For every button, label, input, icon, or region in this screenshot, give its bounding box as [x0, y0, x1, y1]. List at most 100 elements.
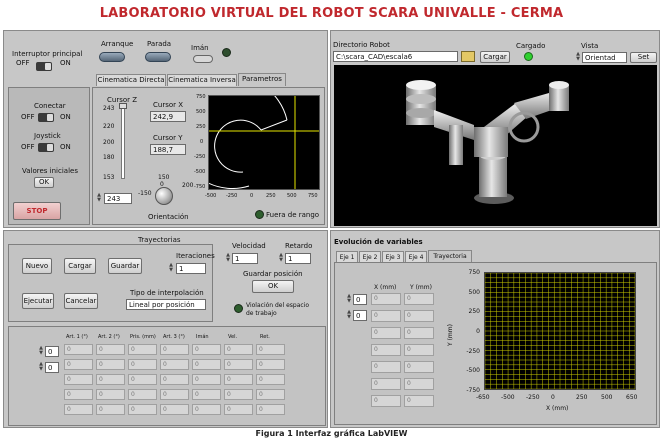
table-cell[interactable]: 0 [256, 344, 285, 355]
table-cell[interactable]: 0 [224, 344, 253, 355]
cursor-z-value[interactable]: 243 [104, 193, 132, 204]
tab-cinematica-directa[interactable]: Cinematica Directa [96, 74, 166, 86]
table-cell[interactable]: 0 [128, 404, 157, 415]
directory-path-input[interactable]: C:\scara_CAD\escala6 [333, 51, 458, 62]
guardar-button[interactable]: Guardar [108, 258, 142, 274]
table-cell[interactable]: 0 [96, 404, 125, 415]
iteraciones-spinner[interactable]: ▲ ▼ [168, 263, 174, 273]
retardo-input[interactable]: 1 [285, 253, 311, 264]
table-cell[interactable]: 0 [224, 359, 253, 370]
cargar-trajectory-button[interactable]: Cargar [64, 258, 96, 274]
table-cell[interactable]: 0 [256, 389, 285, 400]
table-cell[interactable]: 0 [96, 359, 125, 370]
stop-button[interactable]: STOP [13, 202, 61, 220]
retardo-spinner[interactable]: ▲ ▼ [278, 253, 284, 263]
conectar-switch[interactable] [38, 113, 54, 122]
table-cell[interactable]: 0 [96, 344, 125, 355]
xy-cell[interactable]: 0 [404, 344, 434, 356]
evo-row-index[interactable]: 0 [353, 294, 367, 305]
robot-3d-view[interactable] [334, 65, 657, 226]
evo-col-index[interactable]: 0 [353, 310, 367, 321]
table-cell[interactable]: 0 [64, 359, 93, 370]
vista-spinner[interactable]: ▲ ▼ [575, 52, 581, 62]
xy-cell[interactable]: 0 [371, 361, 401, 373]
xy-cell[interactable]: 0 [371, 310, 401, 322]
xy-cell[interactable]: 0 [371, 327, 401, 339]
valores-ok-button[interactable]: OK [34, 177, 54, 188]
z-spinner[interactable]: ▲ ▼ [96, 193, 102, 203]
table-cell[interactable]: 0 [224, 374, 253, 385]
joystick-switch[interactable] [38, 143, 54, 152]
tab-cinematica-inversa[interactable]: Cinematica Inversa [167, 74, 237, 86]
tab-eje-4[interactable]: Eje 4 [405, 251, 427, 262]
velocidad-spinner[interactable]: ▲ ▼ [225, 253, 231, 263]
cursor-z-thumb[interactable] [119, 103, 127, 109]
guardar-posicion-ok-button[interactable]: OK [252, 280, 294, 293]
trajectory-plot[interactable] [484, 272, 636, 390]
cancelar-button[interactable]: Cancelar [64, 293, 98, 309]
table-cell[interactable]: 0 [128, 344, 157, 355]
velocidad-input[interactable]: 1 [232, 253, 258, 264]
evo-col-index-spinner[interactable]: ▲ ▼ [346, 310, 352, 320]
parada-button[interactable] [145, 52, 171, 62]
nuevo-button[interactable]: Nuevo [22, 258, 52, 274]
xy-cell[interactable]: 0 [371, 293, 401, 305]
xy-cell[interactable]: 0 [404, 327, 434, 339]
table-cell[interactable]: 0 [160, 404, 189, 415]
main-switch[interactable] [36, 62, 52, 71]
table-row-index-spinner[interactable]: ▲ ▼ [38, 346, 44, 356]
table-cell[interactable]: 0 [160, 359, 189, 370]
cursor-z-slider[interactable] [121, 104, 125, 179]
table-cell[interactable]: 0 [128, 359, 157, 370]
table-cell[interactable]: 0 [192, 374, 221, 385]
table-cell[interactable]: 0 [224, 389, 253, 400]
xy-cell[interactable]: 0 [371, 395, 401, 407]
tab-eje-3[interactable]: Eje 3 [382, 251, 404, 262]
xy-cell[interactable]: 0 [371, 344, 401, 356]
table-cell[interactable]: 0 [160, 389, 189, 400]
table-col-index[interactable]: 0 [45, 362, 59, 373]
table-cell[interactable]: 0 [256, 404, 285, 415]
evo-index-spinner[interactable]: ▲ ▼ [346, 294, 352, 304]
table-cell[interactable]: 0 [96, 374, 125, 385]
tab-trayectoria[interactable]: Trayectoria [428, 250, 472, 262]
tab-eje-1[interactable]: Eje 1 [336, 251, 358, 262]
iman-switch[interactable] [193, 55, 213, 63]
tab-eje-2[interactable]: Eje 2 [359, 251, 381, 262]
arranque-button[interactable] [99, 52, 125, 62]
workspace-plot[interactable] [175, 76, 320, 190]
table-cell[interactable]: 0 [160, 374, 189, 385]
xy-cell[interactable]: 0 [404, 378, 434, 390]
vista-select[interactable]: Orientad [582, 52, 627, 63]
table-cell[interactable]: 0 [128, 389, 157, 400]
table-cell[interactable]: 0 [160, 344, 189, 355]
table-cell[interactable]: 0 [192, 404, 221, 415]
table-cell[interactable]: 0 [64, 389, 93, 400]
table-cell[interactable]: 0 [256, 359, 285, 370]
set-button[interactable]: Set [630, 52, 657, 63]
tab-parametros[interactable]: Parametros [238, 73, 286, 86]
xy-cell[interactable]: 0 [404, 361, 434, 373]
table-cell[interactable]: 0 [192, 389, 221, 400]
iteraciones-input[interactable]: 1 [176, 263, 206, 274]
table-cell[interactable]: 0 [64, 344, 93, 355]
xy-cell[interactable]: 0 [404, 395, 434, 407]
tipo-interpolacion-select[interactable]: Lineal por posición [126, 299, 206, 310]
xy-cell[interactable]: 0 [404, 310, 434, 322]
xy-cell[interactable]: 0 [371, 378, 401, 390]
table-cell[interactable]: 0 [64, 374, 93, 385]
cargar-robot-button[interactable]: Cargar [480, 51, 510, 63]
table-cell[interactable]: 0 [256, 374, 285, 385]
xy-cell[interactable]: 0 [404, 293, 434, 305]
table-cell[interactable]: 0 [128, 374, 157, 385]
ejecutar-button[interactable]: Ejecutar [22, 293, 54, 309]
table-row-index[interactable]: 0 [45, 346, 59, 357]
table-cell[interactable]: 0 [192, 359, 221, 370]
table-cell[interactable]: 0 [224, 404, 253, 415]
browse-folder-icon[interactable] [461, 51, 475, 62]
orientation-knob[interactable] [155, 187, 173, 205]
table-cell[interactable]: 0 [192, 344, 221, 355]
table-cell[interactable]: 0 [64, 404, 93, 415]
table-cell[interactable]: 0 [96, 389, 125, 400]
table-col-index-spinner[interactable]: ▲ ▼ [38, 362, 44, 372]
